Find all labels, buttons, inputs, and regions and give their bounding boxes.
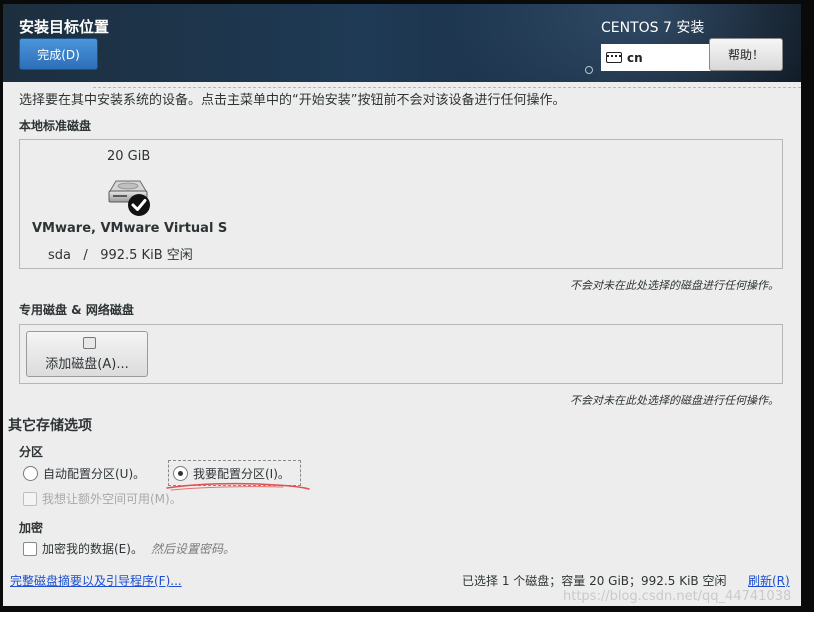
extra-space-checkbox[interactable]: 我想让额外空间可用(M)。 (23, 490, 182, 507)
disk-free-space: 992.5 KiB 空闲 (100, 248, 193, 263)
disk-name: VMware, VMware Virtual S (32, 221, 228, 236)
checkbox-icon[interactable] (23, 491, 37, 506)
product-title: CENTOS 7 安装 (601, 20, 705, 36)
page-title: 安装目标位置 (19, 18, 110, 36)
watermark: https://blog.csdn.net/qq_44741038 (563, 589, 792, 604)
encrypt-hint: 然后设置密码。 (150, 542, 235, 556)
special-disks-label: 专用磁盘 & 网络磁盘 (19, 303, 134, 317)
status-dot-icon (585, 66, 593, 74)
auto-partition-radio[interactable]: 自动配置分区(U)。 (23, 465, 145, 482)
special-disks-note: 不会对未在此处选择的磁盘进行任何操作。 (570, 394, 779, 407)
window-frame-bottom (0, 606, 814, 612)
done-button[interactable]: 完成(D) (19, 38, 98, 70)
other-storage-options-title: 其它存储选项 (8, 418, 92, 434)
add-disk-icon (83, 337, 96, 349)
window-frame-right (801, 0, 814, 612)
full-disk-summary-link[interactable]: 完整磁盘摘要以及引导程序(F)... (10, 572, 182, 589)
auto-partition-label: 自动配置分区(U)。 (43, 467, 146, 481)
help-button[interactable]: 帮助！ (709, 38, 783, 71)
special-disks-panel: 添加磁盘(A)... (19, 324, 783, 384)
keyboard-layout-indicator[interactable]: cn (601, 44, 711, 71)
hard-disk-icon (108, 180, 150, 216)
instruction-text: 选择要在其中安装系统的设备。点击主菜单中的“开始安装”按钮前不会对该设备进行任何… (19, 93, 566, 108)
keyboard-layout-label: cn (627, 50, 643, 65)
annotation-underline (166, 482, 310, 491)
local-disks-note: 不会对未在此处选择的磁盘进行任何操作。 (570, 279, 779, 292)
selection-summary: 已选择 1 个磁盘；容量 20 GiB；992.5 KiB 空闲 (462, 574, 727, 588)
local-disks-label: 本地标准磁盘 (19, 119, 92, 133)
encryption-label: 加密 (19, 521, 44, 535)
encrypt-data-label: 加密我的数据(E)。 (42, 542, 143, 556)
checkbox-icon[interactable] (23, 541, 37, 556)
disk-separator: / (83, 248, 88, 263)
radio-button-icon[interactable] (23, 466, 38, 481)
add-disk-label: 添加磁盘(A)... (45, 357, 129, 372)
disk-details: sda / 992.5 KiB 空闲 (48, 244, 193, 263)
disk-device: sda (48, 248, 71, 263)
header-bar: 安装目标位置 完成(D) CENTOS 7 安装 cn 帮助！ (3, 4, 801, 82)
radio-button-checked-icon[interactable] (173, 466, 188, 481)
refresh-link[interactable]: 刷新(R) (748, 572, 790, 589)
keyboard-icon (606, 52, 622, 63)
divider (93, 87, 801, 88)
local-disks-panel: 20 GiB VMware, VMware Virtual S sda / 99… (19, 139, 783, 269)
disk-size: 20 GiB (107, 149, 151, 164)
extra-space-label: 我想让额外空间可用(M)。 (42, 492, 182, 506)
main-content: 选择要在其中安装系统的设备。点击主菜单中的“开始安装”按钮前不会对该设备进行任何… (3, 82, 801, 606)
partitioning-label: 分区 (19, 445, 44, 459)
add-disk-button[interactable]: 添加磁盘(A)... (26, 331, 148, 377)
encrypt-data-checkbox[interactable]: 加密我的数据(E)。 然后设置密码。 (23, 540, 235, 557)
